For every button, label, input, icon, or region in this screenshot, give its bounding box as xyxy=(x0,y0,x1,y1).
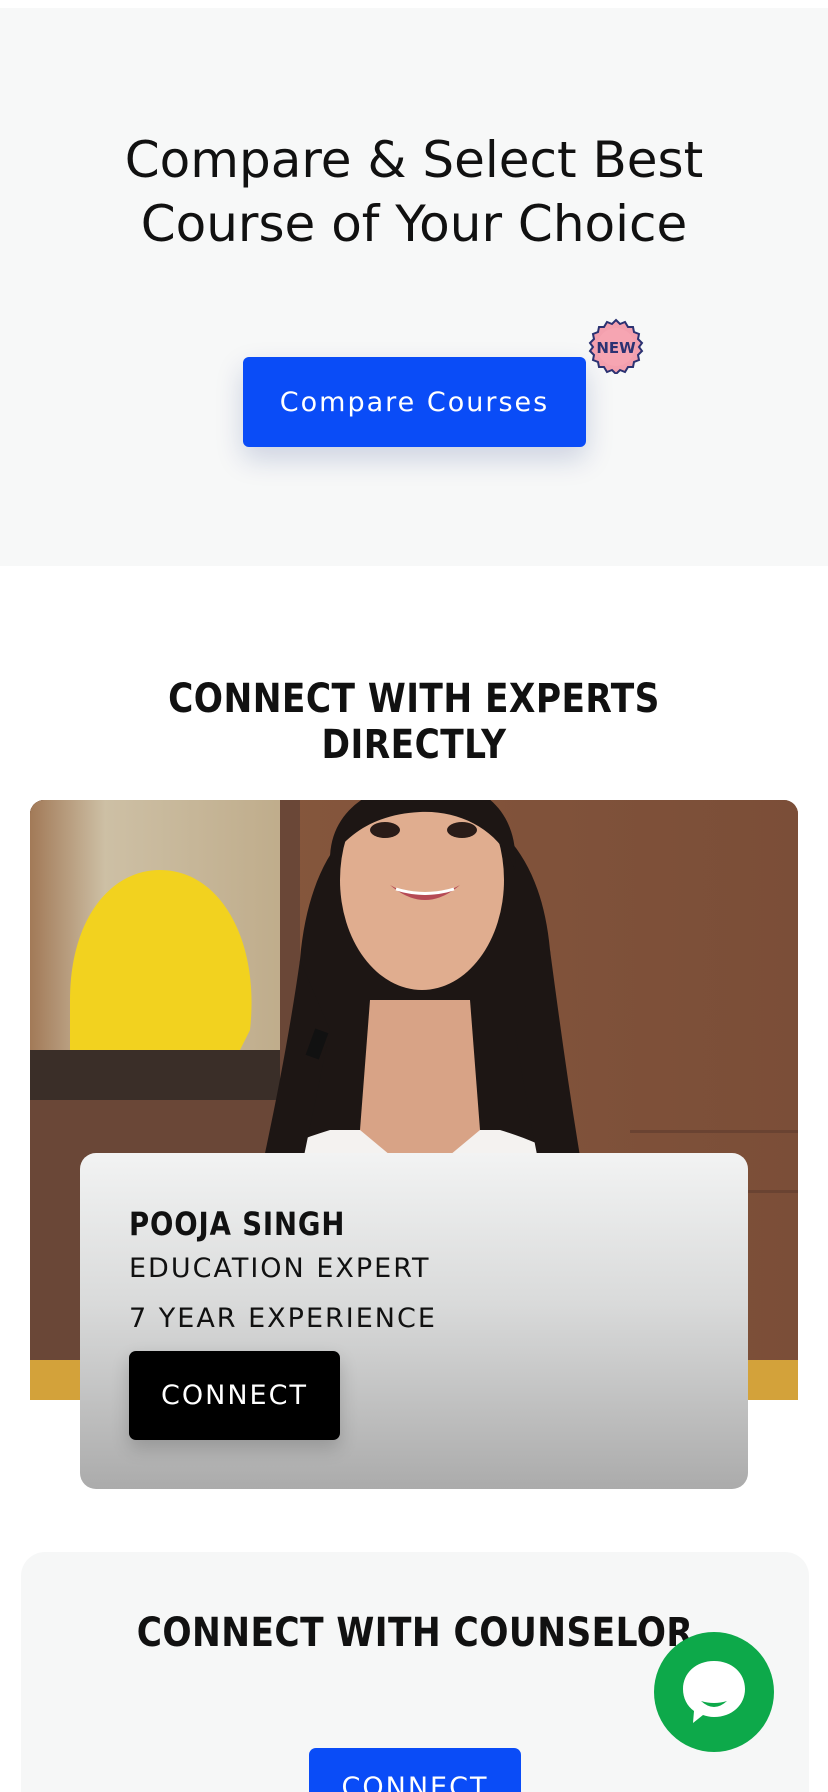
new-badge-label: NEW xyxy=(596,339,636,357)
expert-name: POOJA SINGH xyxy=(129,1205,346,1243)
page: Compare & Select Best Course of Your Cho… xyxy=(0,0,828,1792)
expert-role: EDUCATION EXPERT xyxy=(129,1253,431,1284)
new-badge: NEW xyxy=(588,318,644,374)
compare-title: Compare & Select Best Course of Your Cho… xyxy=(60,128,768,256)
counselor-heading: CONNECT WITH COUNSELOR xyxy=(136,1610,694,1656)
counselor-connect-button[interactable]: CONNECT xyxy=(309,1748,521,1792)
compare-title-line1: Compare & Select Best xyxy=(124,131,704,189)
chat-bubble-icon xyxy=(683,1661,745,1723)
compare-courses-button[interactable]: Compare Courses xyxy=(243,357,586,447)
compare-section: Compare & Select Best Course of Your Cho… xyxy=(0,8,828,566)
expert-connect-button[interactable]: CONNECT xyxy=(129,1351,340,1440)
experts-heading: CONNECT WITH EXPERTS DIRECTLY xyxy=(168,676,660,768)
chat-widget-button[interactable] xyxy=(654,1632,774,1752)
expert-experience: 7 YEAR EXPERIENCE xyxy=(129,1303,437,1334)
expert-card: POOJA SINGH EDUCATION EXPERT 7 YEAR EXPE… xyxy=(80,1153,748,1489)
compare-title-line2: Course of Your Choice xyxy=(140,195,688,253)
new-badge-icon: NEW xyxy=(588,318,644,374)
